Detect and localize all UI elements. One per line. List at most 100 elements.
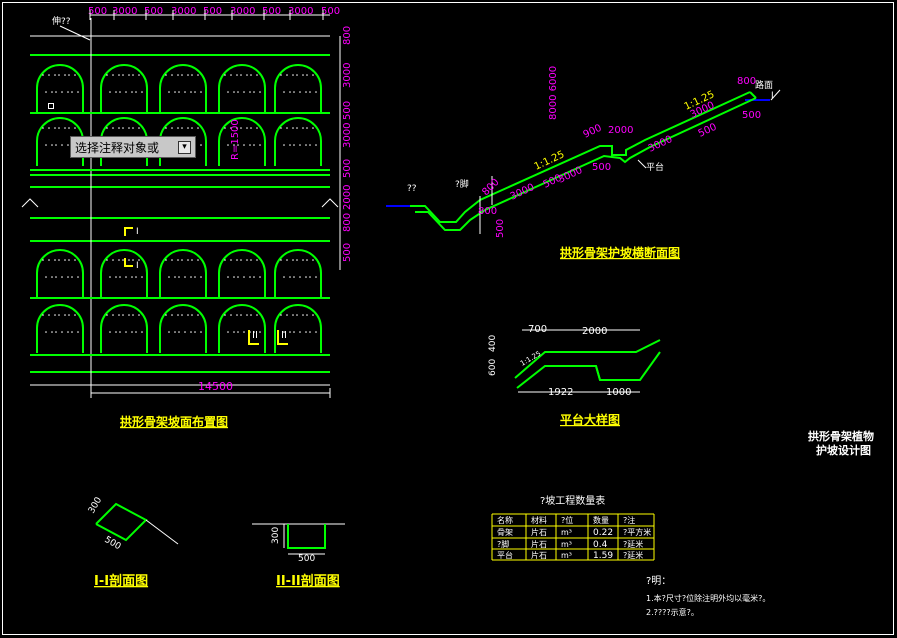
plan-right-dim-label: 500: [342, 159, 353, 178]
arch-fill-dot: [178, 276, 180, 278]
arch-fill-dot: [67, 91, 69, 93]
arch-fill-dot: [312, 314, 314, 316]
arch-fill-dot: [115, 91, 117, 93]
xsec-height-dim: 8000 6000: [548, 66, 559, 120]
arch-fill-dot: [309, 276, 311, 278]
arch-fill-dot: [240, 259, 242, 261]
table-cell: 片石: [531, 539, 547, 549]
arch-fill-dot: [51, 144, 53, 146]
arch-fill-dot: [233, 276, 235, 278]
section-mark-I-label: I: [136, 227, 139, 237]
arch-fill-dot: [42, 259, 44, 261]
arch-fill-dot: [171, 259, 173, 261]
arch-fill-dot: [64, 259, 66, 261]
arch-fill-dot: [315, 91, 317, 93]
arch-fill-dot: [306, 127, 308, 129]
arch-fill-dot: [184, 276, 186, 278]
arch-fill-dot: [128, 74, 130, 76]
arch-fill-dot: [249, 91, 251, 93]
arch-fill-dot: [55, 331, 57, 333]
arch-fill-dot: [128, 314, 130, 316]
arch-fill-dot: [299, 331, 301, 333]
arch-fill-dot: [51, 91, 53, 93]
arch-fill-dot: [58, 127, 60, 129]
cad-canvas[interactable]: 500 3000 500 3000 500 3000 500 3000 500 伸?? 800 300…: [0, 0, 897, 638]
arch-fill-dot: [54, 74, 56, 76]
arch-frame: [100, 249, 148, 298]
arch-fill-dot: [286, 259, 288, 261]
table-cell: ?延米: [623, 550, 643, 560]
arch-fill-dot: [132, 127, 134, 129]
arch-fill-dot: [141, 91, 143, 93]
arch-fill-dot: [138, 74, 140, 76]
arch-fill-dot: [243, 91, 245, 93]
arch-fill-dot: [292, 127, 294, 129]
arch-fill-dot: [138, 314, 140, 316]
arch-fill-dot: [243, 144, 245, 146]
platform-dim-label: 400: [488, 335, 498, 352]
section-mark-II-label: II: [252, 330, 258, 341]
arch-fill-dot: [224, 259, 226, 261]
arch-fill-dot: [112, 259, 114, 261]
arch-fill-dot: [190, 91, 192, 93]
xsec-dim-label: 800: [737, 76, 756, 87]
arch-fill-dot: [194, 91, 196, 93]
arch-fill-dot: [227, 331, 229, 333]
arch-fill-dot: [187, 74, 189, 76]
arch-fill-dot: [131, 276, 133, 278]
platform-title: 平台大样图: [560, 412, 620, 427]
arch-fill-dot: [42, 127, 44, 129]
section-I-slope: [145, 519, 179, 545]
arch-fill-dot: [58, 74, 60, 76]
section-mark-I: [124, 227, 133, 236]
arch-fill-dot: [194, 276, 196, 278]
arch-fill-dot: [54, 259, 56, 261]
arch-fill-dot: [315, 276, 317, 278]
section-II-dim: 300: [271, 527, 281, 544]
arch-fill-dot: [67, 276, 69, 278]
tooltip-dropdown-icon[interactable]: ▾: [178, 140, 191, 154]
arch-fill-dot: [112, 314, 114, 316]
arch-fill-dot: [305, 331, 307, 333]
plan-top-dim-label: 500: [144, 6, 163, 17]
table-cell: 0.4: [593, 540, 608, 550]
plan-width-dim-label: 14500: [198, 380, 233, 393]
plan-right-dim-label: 500: [342, 101, 353, 120]
arch-fill-dot: [181, 127, 183, 129]
arch-fill-dot: [61, 91, 63, 93]
arch-fill-dot: [122, 74, 124, 76]
arch-fill-dot: [292, 259, 294, 261]
arch-fill-dot: [293, 276, 295, 278]
arch-fill-dot: [184, 331, 186, 333]
arch-fill-dot: [42, 314, 44, 316]
plan-title: 拱形骨架坡面布置图: [120, 414, 228, 429]
section-II-title: II-II剖面图: [276, 573, 340, 589]
arch-fill-dot: [256, 127, 258, 129]
table-cell: ?延米: [623, 539, 643, 549]
arch-fill-dot: [118, 74, 120, 76]
arch-fill-dot: [178, 91, 180, 93]
plan-break-mark: [321, 198, 339, 208]
arch-fill-dot: [45, 91, 47, 93]
section-mark-I-label: I: [136, 261, 139, 271]
arch-fill-dot: [54, 314, 56, 316]
arch-frame: [274, 249, 322, 298]
arch-fill-dot: [48, 314, 50, 316]
platform-outline: [595, 365, 601, 381]
plan-right-dim-label: 3000: [342, 63, 353, 88]
xsec-dim-label: 500: [592, 162, 611, 173]
arch-frame: [159, 304, 207, 353]
arch-fill-dot: [165, 314, 167, 316]
annotation-prompt-tooltip[interactable]: 选择注释对象或 ▾: [70, 136, 196, 158]
arch-fill-dot: [119, 276, 121, 278]
arch-fill-dot: [67, 331, 69, 333]
arch-fill-dot: [118, 259, 120, 261]
arch-fill-dot: [250, 314, 252, 316]
arch-fill-dot: [236, 259, 238, 261]
arch-fill-dot: [293, 144, 295, 146]
arch-fill-dot: [58, 314, 60, 316]
arch-fill-dot: [48, 127, 50, 129]
arch-fill-dot: [224, 314, 226, 316]
arch-fill-dot: [296, 127, 298, 129]
arch-fill-dot: [253, 276, 255, 278]
